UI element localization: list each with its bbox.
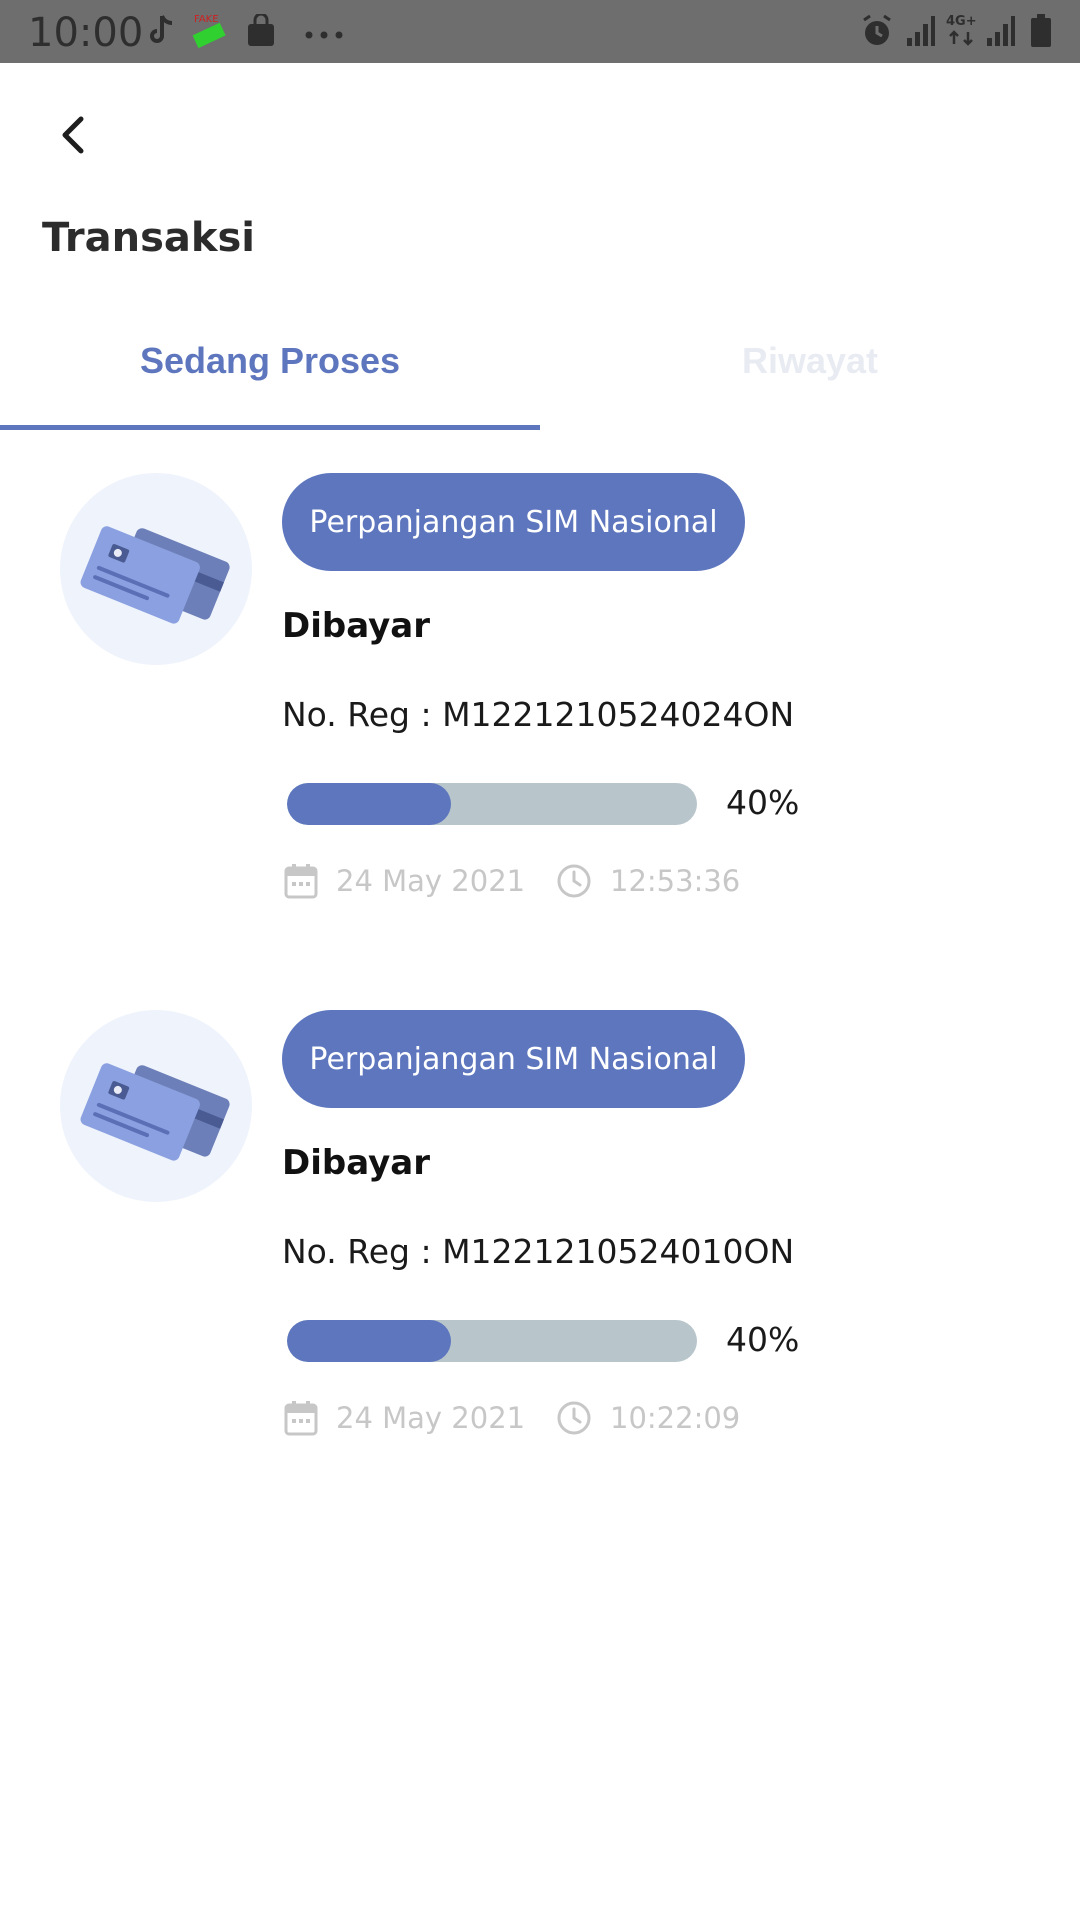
progress-bar [287,783,697,825]
calendar-icon [284,1401,318,1436]
transaction-time: 12:53:36 [556,858,740,904]
time-text: 10:22:09 [610,1401,741,1435]
card-payment-icon [60,473,252,665]
battery-icon [1030,14,1052,53]
alarm-icon [860,14,894,53]
service-badge: Perpanjangan SIM Nasional [282,473,745,571]
time-text: 12:53:36 [610,864,741,898]
progress-fill [287,783,451,825]
transaction-date: 24 May 2021 [284,1395,525,1441]
signal-icon [986,14,1016,53]
svg-text:FAKE: FAKE [194,14,219,25]
progress-percent: 40% [726,1320,800,1359]
transaction-date: 24 May 2021 [284,858,525,904]
progress-percent: 40% [726,783,800,822]
clock-icon [557,1401,591,1435]
date-text: 24 May 2021 [336,864,526,898]
tab-sedang-proses[interactable]: Sedang Proses [0,340,540,382]
signal-icon [906,14,936,53]
progress-bar [287,1320,697,1362]
page-title: Transaksi [42,215,256,261]
more-dots-icon [305,26,345,44]
card-payment-icon [60,1010,252,1202]
transaction-status: Dibayar [282,606,430,646]
registration-number: No. Reg : M1221210524010ON [282,1232,795,1271]
back-button[interactable] [48,110,98,160]
date-text: 24 May 2021 [336,1401,526,1435]
status-time: 10:00 [28,10,144,56]
transaction-status: Dibayar [282,1143,430,1183]
progress-fill [287,1320,451,1362]
svg-text:4G+: 4G+ [946,14,977,29]
registration-number: No. Reg : M1221210524024ON [282,695,795,734]
tab-bar: Sedang Proses Riwayat [0,330,1080,430]
clock-icon [557,864,591,898]
transaction-card[interactable]: Perpanjangan SIM Nasional Dibayar No. Re… [0,1010,1080,1480]
tab-active-indicator [0,425,540,430]
network-4g-icon: 4G+ [946,12,980,53]
tiktok-icon [148,14,176,53]
transaction-card[interactable]: Perpanjangan SIM Nasional Dibayar No. Re… [0,473,1080,943]
tab-riwayat[interactable]: Riwayat [540,340,1080,382]
status-bar: 10:00 FAKE 4G+ [0,0,1080,63]
service-badge: Perpanjangan SIM Nasional [282,1010,745,1108]
transaction-time: 10:22:09 [556,1395,740,1441]
fake-gps-icon: FAKE [190,12,230,55]
chevron-left-icon [62,116,84,154]
shopping-bag-icon [246,12,276,53]
calendar-icon [284,864,318,899]
